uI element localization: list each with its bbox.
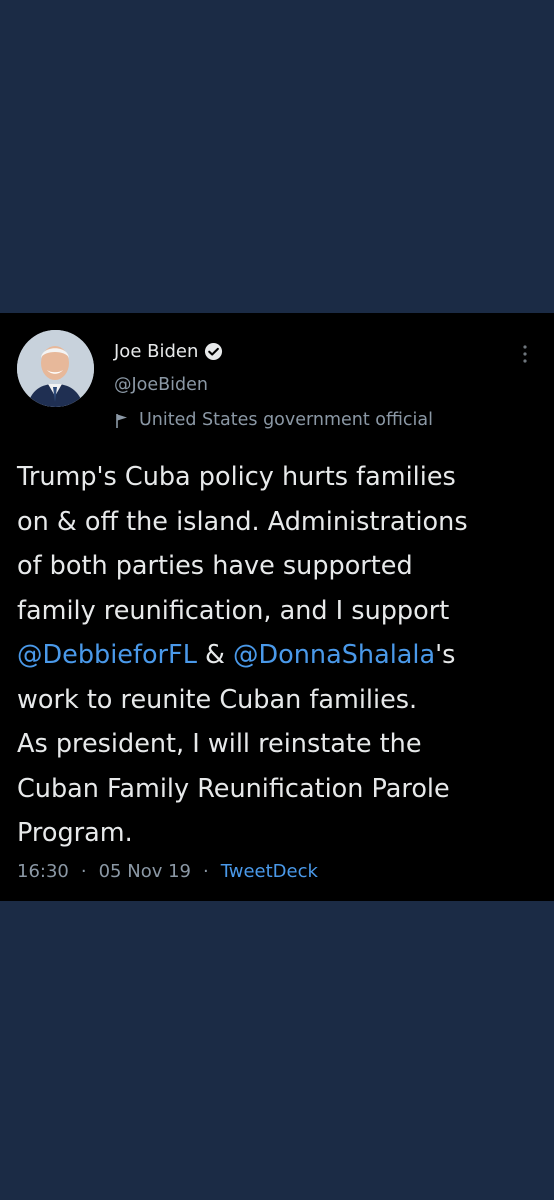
tweet-text: Trump's Cuba policy hurts families on & …	[17, 455, 547, 856]
mention-donnashalala[interactable]: @DonnaShalala	[233, 640, 435, 670]
avatar[interactable]	[17, 330, 94, 407]
possessive-suffix: 's	[435, 640, 456, 670]
tweet-text-line-mentions: @DebbieforFL & @DonnaShalala's	[17, 633, 547, 678]
tweet-text-line: Cuban Family Reunification Parole	[17, 773, 450, 804]
author-name-row: Joe Biden	[114, 341, 223, 362]
tweet-text-line: on & off the island. Administrations	[17, 506, 468, 537]
tweet-text-line: of both parties have supported	[17, 551, 413, 581]
separator-dot: ·	[203, 861, 209, 882]
mention-separator: &	[196, 640, 234, 670]
tweet-source-link[interactable]: TweetDeck	[221, 861, 318, 882]
account-label: United States government official	[114, 410, 433, 430]
author-handle[interactable]: @JoeBiden	[114, 375, 208, 395]
tweet-card: Joe Biden @JoeBiden United States govern…	[0, 313, 554, 901]
account-label-text: United States government official	[139, 410, 434, 430]
tweet-text-line: As president, I will reinstate the	[17, 729, 422, 759]
tweet-metadata: 16:30 · 05 Nov 19 · TweetDeck	[17, 861, 318, 882]
tweet-text-line: Program.	[17, 818, 133, 848]
mention-debbieforfl[interactable]: @DebbieforFL	[17, 640, 197, 670]
tweet-text-line: work to reunite Cuban families.	[17, 684, 418, 715]
verified-badge-icon	[204, 342, 223, 361]
tweet-text-line: family reunification, and I support	[17, 595, 450, 626]
avatar-portrait-image	[17, 330, 94, 407]
separator-dot: ·	[80, 861, 87, 882]
tweet-time[interactable]: 16:30	[17, 861, 69, 882]
author-name[interactable]: Joe Biden	[114, 341, 198, 362]
flag-icon	[114, 412, 131, 429]
tweet-date[interactable]: 05 Nov 19	[99, 861, 191, 882]
more-vertical-icon[interactable]	[518, 343, 532, 365]
tweet-text-line: Trump's Cuba policy hurts families	[17, 462, 456, 492]
